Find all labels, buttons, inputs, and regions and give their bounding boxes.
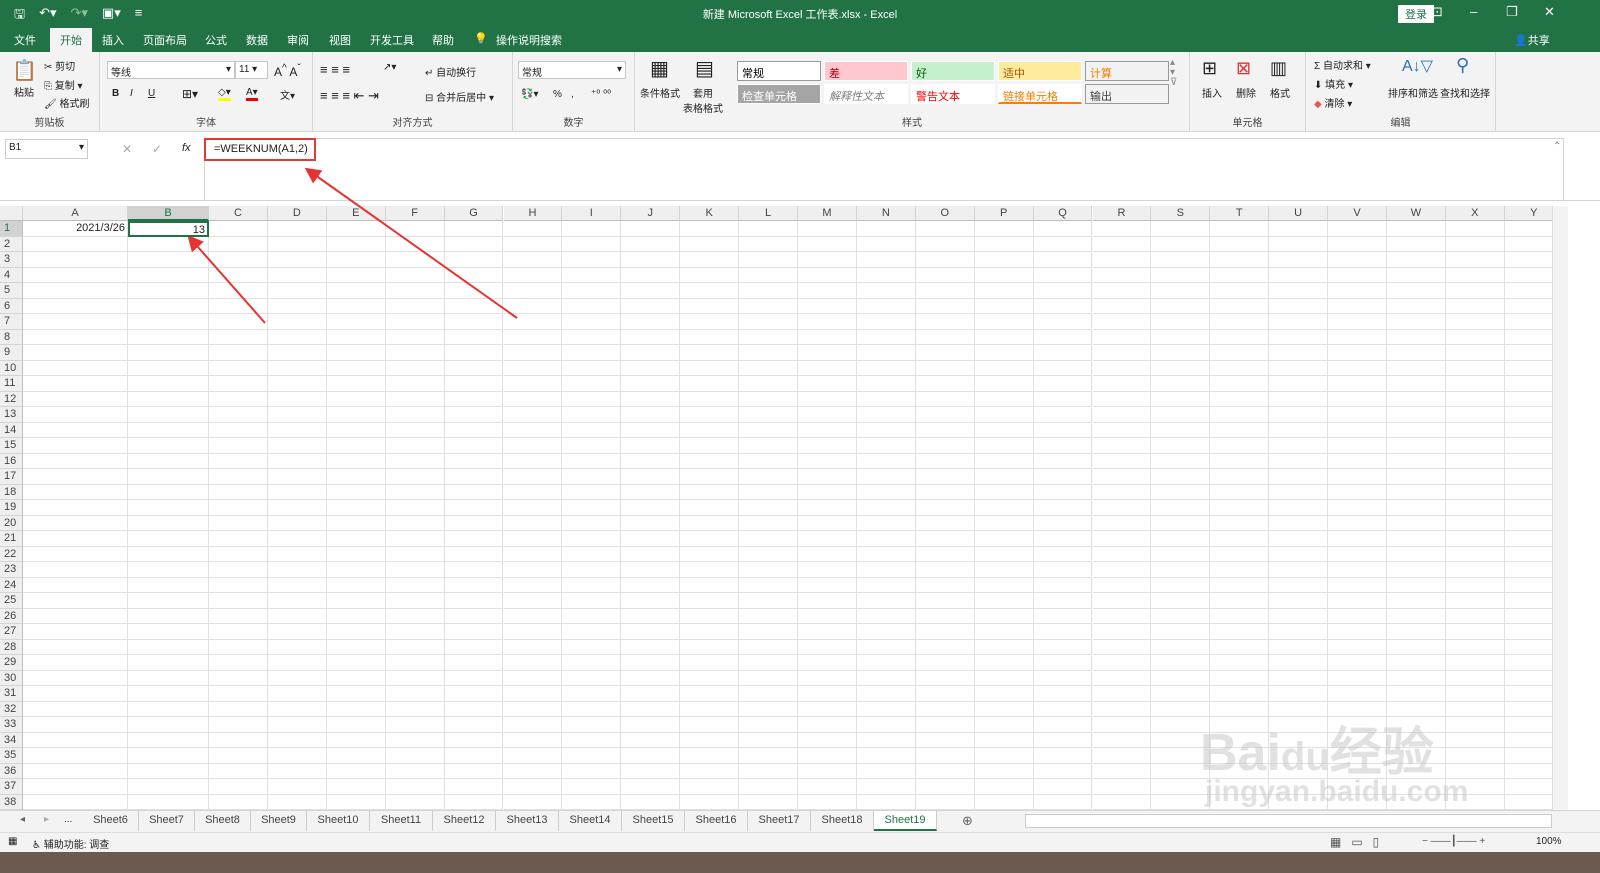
sheet-tab-sheet9[interactable]: Sheet9: [251, 811, 307, 831]
sheet-nav-next-icon[interactable]: ▸: [44, 814, 49, 825]
accessibility-status[interactable]: ♿ 辅助功能: 调查: [32, 836, 109, 851]
sheet-tab-sheet13[interactable]: Sheet13: [496, 811, 559, 831]
sheet-tab-sheet16[interactable]: Sheet16: [685, 811, 748, 831]
sheet-tab-sheet6[interactable]: Sheet6: [83, 811, 139, 831]
sheet-tab-sheet12[interactable]: Sheet12: [433, 811, 496, 831]
sheet-tab-bar: ◂ ▸ ... Sheet6 Sheet7 Sheet8 Sheet9 Sheet10 S…: [0, 810, 1600, 832]
arrow-to-formula: [304, 167, 518, 319]
sheet-ellipsis[interactable]: ...: [64, 814, 72, 825]
sheet-tab-sheet17[interactable]: Sheet17: [748, 811, 811, 831]
sheet-tab-sheet14[interactable]: Sheet14: [559, 811, 622, 831]
cell-B1[interactable]: 13: [128, 221, 209, 237]
macro-record-icon[interactable]: ▦: [8, 836, 17, 847]
sheet-tab-sheet18[interactable]: Sheet18: [811, 811, 874, 831]
zoom-slider[interactable]: − ——┃—— +: [1422, 836, 1485, 847]
sheet-tab-sheet8[interactable]: Sheet8: [195, 811, 251, 831]
accessibility-label: 辅助功能: 调查: [43, 840, 110, 851]
sheet-tab-sheet15[interactable]: Sheet15: [622, 811, 685, 831]
view-mode-icons[interactable]: ▦ ▭ ▯: [1330, 835, 1379, 849]
add-sheet-icon[interactable]: ⊕: [962, 813, 973, 829]
sheet-tab-sheet11[interactable]: Sheet11: [370, 811, 433, 831]
sheet-tab-sheet19[interactable]: Sheet19: [874, 811, 937, 831]
arrow-to-cell: [187, 235, 266, 324]
horizontal-scrollbar[interactable]: [1025, 814, 1552, 828]
sheet-nav-prev-icon[interactable]: ◂: [20, 814, 25, 825]
status-bar: ▦ ♿ 辅助功能: 调查 ▦ ▭ ▯ − ——┃—— + 100%: [0, 832, 1600, 852]
taskbar: [0, 852, 1600, 873]
annotation-arrows: [187, 167, 518, 324]
zoom-level[interactable]: 100%: [1536, 836, 1562, 847]
sheet-tab-sheet7[interactable]: Sheet7: [139, 811, 195, 831]
sheet-tab-sheet10[interactable]: Sheet10: [307, 811, 370, 831]
